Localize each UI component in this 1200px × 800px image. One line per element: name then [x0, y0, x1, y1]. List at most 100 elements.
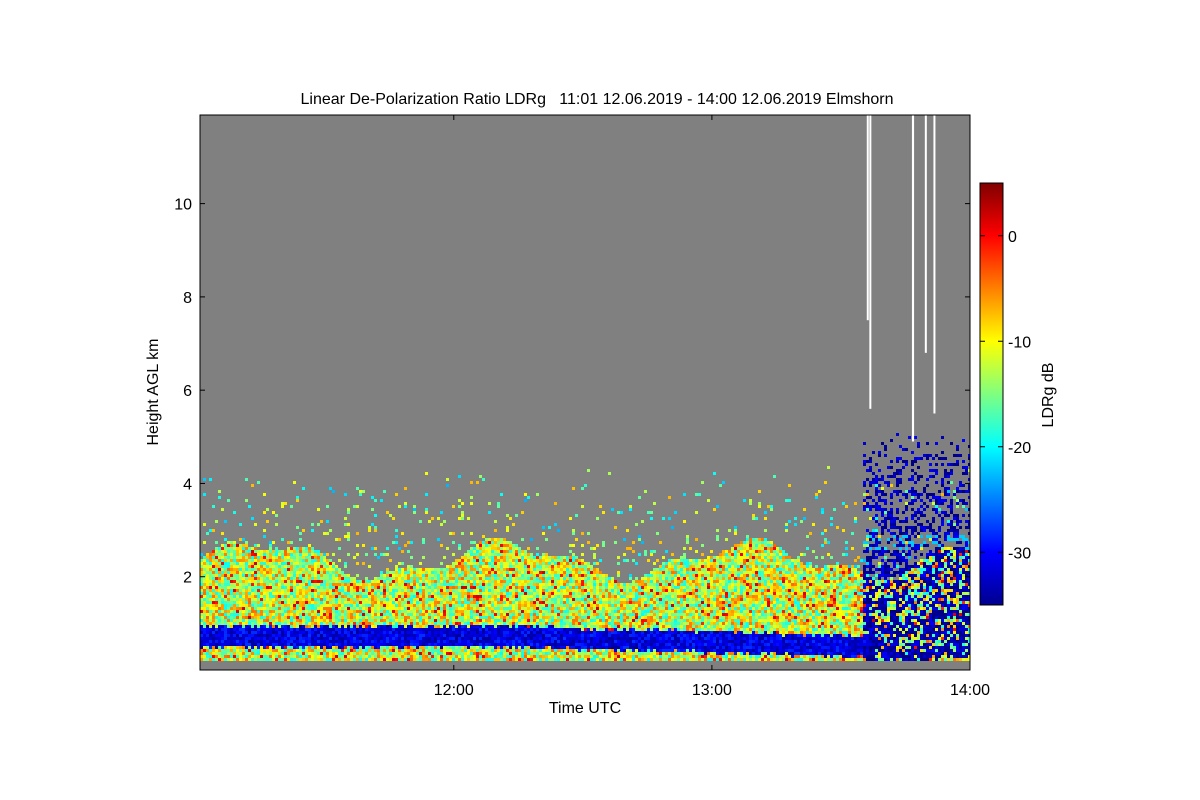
- heatmap-cell: [563, 634, 566, 637]
- heatmap-cell: [482, 658, 485, 661]
- heatmap-cell: [500, 646, 503, 649]
- heatmap-cell: [464, 622, 467, 625]
- heatmap-cell: [470, 601, 473, 604]
- heatmap-cell: [206, 565, 209, 568]
- heatmap-cell: [242, 631, 245, 634]
- heatmap-cell: [227, 649, 230, 652]
- heatmap-cell: [536, 493, 539, 496]
- heatmap-cell: [269, 556, 272, 559]
- heatmap-cell: [236, 562, 239, 565]
- heatmap-cell: [599, 505, 602, 508]
- heatmap-cell: [326, 559, 329, 562]
- heatmap-cell: [254, 643, 257, 646]
- heatmap-cell: [554, 622, 557, 625]
- heatmap-cell: [386, 577, 389, 580]
- heatmap-cell: [485, 559, 488, 562]
- heatmap-cell: [554, 595, 557, 598]
- heatmap-cell: [422, 574, 425, 577]
- heatmap-cell: [350, 619, 353, 622]
- heatmap-cell: [332, 580, 335, 583]
- heatmap-cell: [224, 613, 227, 616]
- heatmap-cell: [566, 649, 569, 652]
- heatmap-cell: [317, 595, 320, 598]
- heatmap-cell: [599, 589, 602, 592]
- heatmap-cell: [311, 616, 314, 619]
- heatmap-cell: [554, 655, 557, 658]
- heatmap-cell: [233, 595, 236, 598]
- heatmap-cell: [281, 502, 284, 505]
- heatmap-cell: [347, 622, 350, 625]
- heatmap-cell: [380, 577, 383, 580]
- heatmap-cell: [314, 571, 317, 574]
- heatmap-cell: [242, 640, 245, 643]
- heatmap-cell: [599, 622, 602, 625]
- heatmap-cell: [221, 574, 224, 577]
- heatmap-cell: [428, 619, 431, 622]
- heatmap-cell: [458, 616, 461, 619]
- heatmap-cell: [251, 595, 254, 598]
- heatmap-cell: [362, 652, 365, 655]
- heatmap-cell: [302, 559, 305, 562]
- heatmap-cell: [308, 607, 311, 610]
- heatmap-cell: [395, 604, 398, 607]
- heatmap-cell: [506, 514, 509, 517]
- heatmap-cell: [383, 598, 386, 601]
- heatmap-cell: [602, 628, 605, 631]
- heatmap-cell: [527, 610, 530, 613]
- heatmap-cell: [536, 646, 539, 649]
- heatmap-cell: [329, 610, 332, 613]
- heatmap-cell: [293, 610, 296, 613]
- heatmap-cell: [245, 583, 248, 586]
- heatmap-cell: [326, 601, 329, 604]
- heatmap-cell: [308, 562, 311, 565]
- heatmap-cell: [284, 634, 287, 637]
- heatmap-cell: [497, 619, 500, 622]
- heatmap-cell: [494, 589, 497, 592]
- heatmap-cell: [524, 655, 527, 658]
- heatmap-cell: [398, 628, 401, 631]
- heatmap-cell: [554, 634, 557, 637]
- heatmap-cell: [302, 550, 305, 553]
- heatmap-cell: [509, 610, 512, 613]
- heatmap-cell: [506, 652, 509, 655]
- heatmap-cell: [305, 604, 308, 607]
- heatmap-cell: [347, 640, 350, 643]
- heatmap-cell: [524, 571, 527, 574]
- heatmap-cell: [596, 544, 599, 547]
- heatmap-cell: [293, 559, 296, 562]
- heatmap-cell: [470, 583, 473, 586]
- heatmap-cell: [578, 607, 581, 610]
- heatmap-cell: [539, 571, 542, 574]
- heatmap-cell: [299, 613, 302, 616]
- heatmap-cell: [566, 643, 569, 646]
- heatmap-cell: [467, 553, 470, 556]
- heatmap-cell: [404, 610, 407, 613]
- heatmap-cell: [569, 610, 572, 613]
- heatmap-cell: [509, 601, 512, 604]
- heatmap-cell: [329, 580, 332, 583]
- heatmap-cell: [569, 619, 572, 622]
- heatmap-cell: [311, 547, 314, 550]
- heatmap-cell: [491, 616, 494, 619]
- heatmap-cell: [431, 517, 434, 520]
- heatmap-cell: [404, 649, 407, 652]
- heatmap-cell: [284, 604, 287, 607]
- heatmap-cell: [308, 604, 311, 607]
- heatmap-cell: [584, 658, 587, 661]
- heatmap-cell: [251, 562, 254, 565]
- heatmap-cell: [293, 625, 296, 628]
- heatmap-cell: [323, 619, 326, 622]
- heatmap-cell: [224, 646, 227, 649]
- heatmap-cell: [320, 640, 323, 643]
- heatmap-cell: [320, 658, 323, 661]
- heatmap-cell: [209, 598, 212, 601]
- heatmap-cell: [233, 541, 236, 544]
- heatmap-cell: [326, 649, 329, 652]
- heatmap-cell: [377, 592, 380, 595]
- heatmap-cell: [323, 643, 326, 646]
- heatmap-cell: [260, 580, 263, 583]
- heatmap-cell: [515, 652, 518, 655]
- heatmap-cell: [605, 580, 608, 583]
- heatmap-cell: [362, 595, 365, 598]
- heatmap-cell: [587, 589, 590, 592]
